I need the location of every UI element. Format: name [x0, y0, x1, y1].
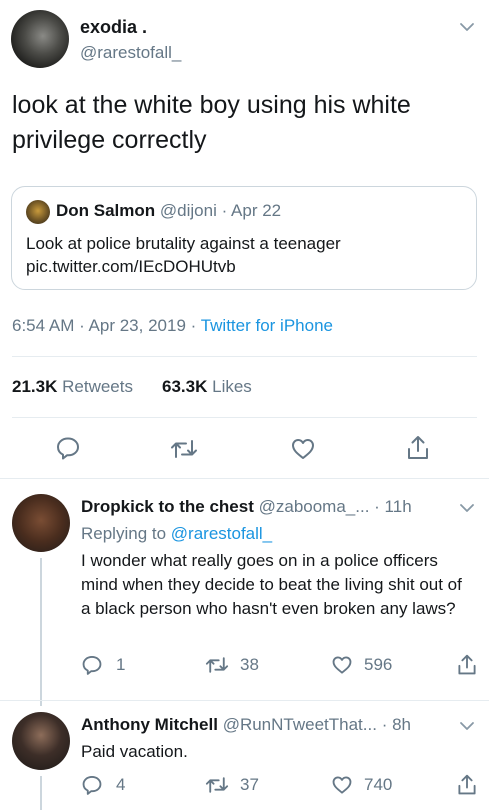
like-icon[interactable]	[290, 436, 316, 462]
chevron-down-icon[interactable]	[458, 499, 476, 517]
tweet-text: look at the white boy using his white pr…	[12, 91, 411, 154]
divider	[12, 356, 477, 357]
tweet-timestamp[interactable]: 6:54 AM · Apr 23, 2019 ·	[12, 316, 201, 335]
retweet-count: 37	[240, 775, 259, 794]
replying-to-handle[interactable]: @rarestofall_	[171, 524, 272, 543]
like-icon[interactable]	[331, 774, 353, 796]
chevron-down-icon[interactable]	[458, 18, 476, 36]
like-count: 596	[364, 655, 393, 674]
reply-time[interactable]: · 11h	[374, 497, 412, 516]
quoted-display-name: Don Salmon	[56, 201, 156, 220]
share-icon[interactable]	[456, 773, 478, 797]
reply-text: I wonder what really goes on in a police…	[81, 551, 462, 618]
reply-count: 1	[116, 655, 126, 674]
quoted-author-avatar	[26, 200, 50, 224]
author-avatar[interactable]	[11, 10, 69, 68]
quoted-text: Look at police brutality against a teena…	[26, 234, 341, 253]
reply-icon[interactable]	[55, 435, 81, 461]
likes-stat[interactable]: 63.3K Likes	[162, 377, 252, 397]
reply-count: 4	[116, 775, 126, 794]
tweet-source[interactable]: Twitter for iPhone	[201, 316, 333, 335]
retweet-icon[interactable]	[205, 654, 229, 676]
retweet-icon[interactable]	[170, 436, 198, 462]
reply-handle[interactable]: @zabooma_...	[259, 497, 370, 516]
replying-to-label: Replying to	[81, 524, 171, 543]
quoted-tweet-card[interactable]: Don Salmon @dijoni · Apr 22 Look at poli…	[11, 186, 477, 290]
reply-icon[interactable]	[81, 654, 103, 676]
likes-count: 63.3K	[162, 377, 208, 396]
retweet-icon[interactable]	[205, 774, 229, 796]
like-count: 740	[364, 775, 393, 794]
reply-avatar[interactable]	[12, 712, 70, 770]
reply-handle[interactable]: @RunNTweetThat...	[223, 715, 377, 734]
likes-label: Likes	[212, 377, 252, 396]
reply-text: Paid vacation.	[81, 742, 188, 761]
retweet-count: 38	[240, 655, 259, 674]
thread-line	[40, 776, 42, 810]
quoted-link[interactable]: pic.twitter.com/IEcDOHUtvb	[26, 255, 236, 278]
share-icon[interactable]	[405, 434, 431, 462]
reply-avatar[interactable]	[12, 494, 70, 552]
reply-icon[interactable]	[81, 774, 103, 796]
reply-display-name[interactable]: Anthony Mitchell	[81, 715, 218, 734]
chevron-down-icon[interactable]	[458, 717, 476, 735]
share-icon[interactable]	[456, 653, 478, 677]
thread-line	[40, 558, 42, 706]
divider	[12, 417, 477, 418]
retweets-stat[interactable]: 21.3K Retweets	[12, 377, 133, 397]
quoted-date: · Apr 22	[221, 201, 282, 220]
divider	[0, 478, 489, 479]
author-display-name[interactable]: exodia .	[80, 17, 147, 38]
divider	[0, 700, 489, 701]
like-icon[interactable]	[331, 654, 353, 676]
reply-time[interactable]: · 8h	[382, 715, 411, 734]
quoted-handle: @dijoni	[159, 201, 217, 220]
reply-display-name[interactable]: Dropkick to the chest	[81, 497, 254, 516]
retweets-count: 21.3K	[12, 377, 58, 396]
retweets-label: Retweets	[62, 377, 133, 396]
author-handle[interactable]: @rarestofall_	[80, 43, 181, 63]
